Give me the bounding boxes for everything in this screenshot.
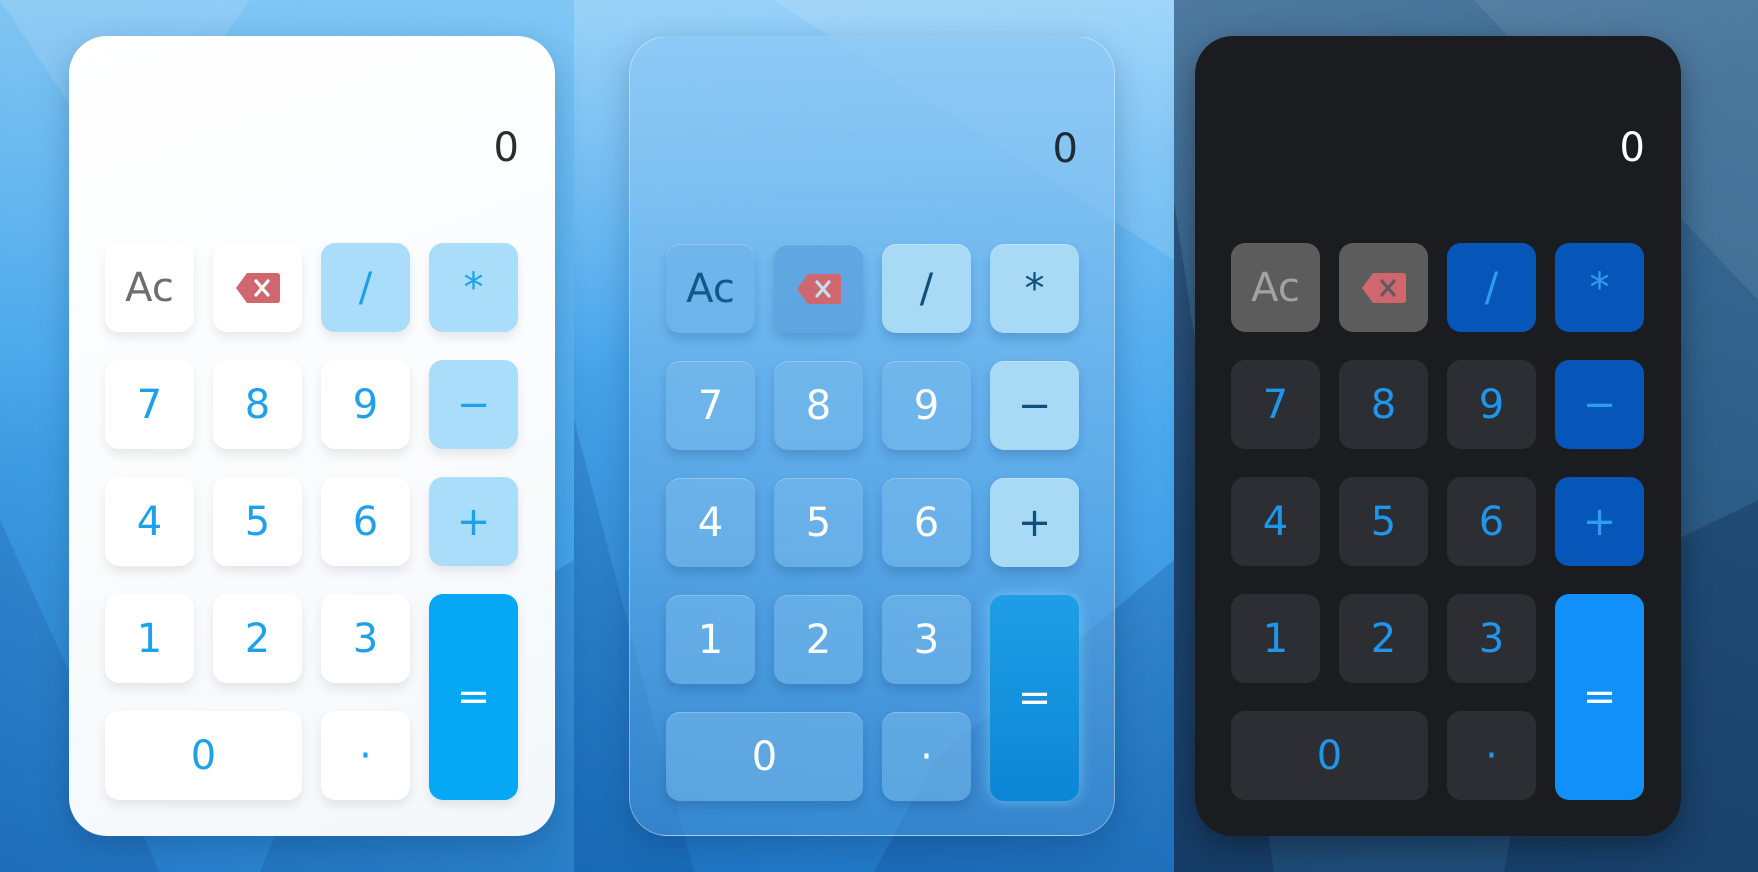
decimal-point-button[interactable]: · (1447, 711, 1536, 800)
digit-9-button[interactable]: 9 (321, 360, 410, 449)
digit-1-button[interactable]: 1 (1231, 594, 1320, 683)
digit-4-button[interactable]: 4 (666, 478, 755, 567)
calculator-glass: 0 Ac / * 7 8 9 − 4 5 6 + 1 2 3 = 0 · (629, 36, 1115, 836)
display-value: 0 (1619, 125, 1645, 171)
digit-0-button[interactable]: 0 (666, 712, 863, 801)
digit-4-button[interactable]: 4 (105, 477, 194, 566)
minus-button[interactable]: − (429, 360, 518, 449)
digit-8-button[interactable]: 8 (1339, 360, 1428, 449)
digit-4-button[interactable]: 4 (1231, 477, 1320, 566)
digit-2-button[interactable]: 2 (1339, 594, 1428, 683)
calculator-dark: 0 Ac / * 7 8 9 − 4 5 6 + 1 2 3 = 0 · (1195, 36, 1681, 836)
backspace-button[interactable] (774, 244, 863, 333)
digit-2-button[interactable]: 2 (774, 595, 863, 684)
equals-button[interactable]: = (990, 595, 1079, 801)
multiply-button[interactable]: * (429, 243, 518, 332)
digit-3-button[interactable]: 3 (1447, 594, 1536, 683)
digit-5-button[interactable]: 5 (213, 477, 302, 566)
digit-0-button[interactable]: 0 (1231, 711, 1428, 800)
digit-5-button[interactable]: 5 (774, 478, 863, 567)
digit-7-button[interactable]: 7 (105, 360, 194, 449)
decimal-point-button[interactable]: · (882, 712, 971, 801)
plus-button[interactable]: + (1555, 477, 1644, 566)
clear-button[interactable]: Ac (666, 244, 755, 333)
clear-button[interactable]: Ac (105, 243, 194, 332)
clear-button[interactable]: Ac (1231, 243, 1320, 332)
display-value: 0 (493, 125, 519, 171)
decimal-point-button[interactable]: · (321, 711, 410, 800)
backspace-icon (1361, 272, 1406, 303)
keypad: Ac / * 7 8 9 − 4 5 6 + 1 2 3 = 0 · (1231, 243, 1644, 800)
backspace-icon (235, 272, 280, 303)
digit-3-button[interactable]: 3 (882, 595, 971, 684)
backspace-button[interactable] (213, 243, 302, 332)
digit-7-button[interactable]: 7 (1231, 360, 1320, 449)
divide-button[interactable]: / (321, 243, 410, 332)
backspace-icon (796, 273, 841, 304)
digit-3-button[interactable]: 3 (321, 594, 410, 683)
digit-6-button[interactable]: 6 (1447, 477, 1536, 566)
digit-2-button[interactable]: 2 (213, 594, 302, 683)
equals-button[interactable]: = (1555, 594, 1644, 800)
minus-button[interactable]: − (990, 361, 1079, 450)
keypad: Ac / * 7 8 9 − 4 5 6 + 1 2 3 = 0 · (105, 243, 518, 800)
equals-button[interactable]: = (429, 594, 518, 800)
backspace-button[interactable] (1339, 243, 1428, 332)
divide-button[interactable]: / (1447, 243, 1536, 332)
digit-1-button[interactable]: 1 (105, 594, 194, 683)
digit-1-button[interactable]: 1 (666, 595, 755, 684)
plus-button[interactable]: + (429, 477, 518, 566)
minus-button[interactable]: − (1555, 360, 1644, 449)
digit-6-button[interactable]: 6 (321, 477, 410, 566)
digit-5-button[interactable]: 5 (1339, 477, 1428, 566)
display-value: 0 (1052, 126, 1078, 172)
multiply-button[interactable]: * (1555, 243, 1644, 332)
digit-0-button[interactable]: 0 (105, 711, 302, 800)
calculator-light: 0 Ac / * 7 8 9 − 4 5 6 + 1 2 3 = 0 · (69, 36, 555, 836)
keypad: Ac / * 7 8 9 − 4 5 6 + 1 2 3 = 0 · (666, 244, 1079, 801)
divide-button[interactable]: / (882, 244, 971, 333)
digit-9-button[interactable]: 9 (1447, 360, 1536, 449)
multiply-button[interactable]: * (990, 244, 1079, 333)
plus-button[interactable]: + (990, 478, 1079, 567)
digit-9-button[interactable]: 9 (882, 361, 971, 450)
digit-8-button[interactable]: 8 (213, 360, 302, 449)
digit-8-button[interactable]: 8 (774, 361, 863, 450)
digit-6-button[interactable]: 6 (882, 478, 971, 567)
digit-7-button[interactable]: 7 (666, 361, 755, 450)
